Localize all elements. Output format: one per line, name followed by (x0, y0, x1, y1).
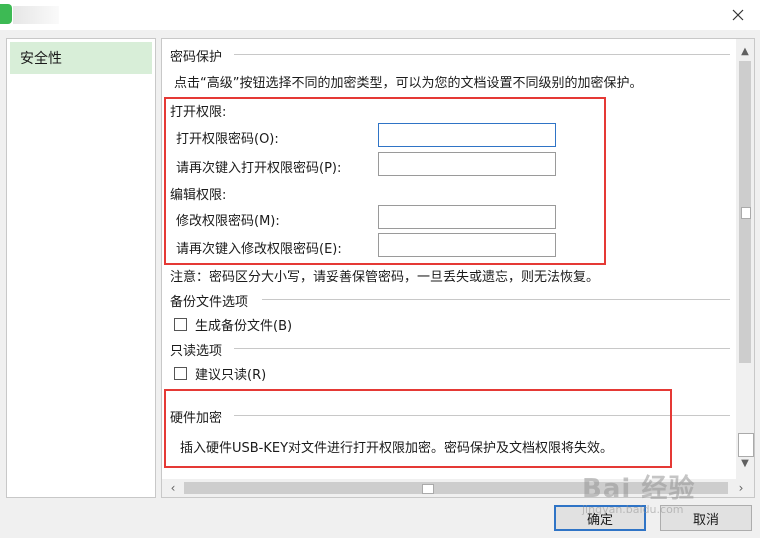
backup-checkbox-label: 生成备份文件(B) (195, 319, 293, 334)
section-divider (262, 299, 730, 300)
scroll-grip-icon (741, 207, 751, 219)
readonly-checkbox[interactable] (174, 367, 187, 380)
readonly-checkbox-label: 建议只读(R) (195, 368, 267, 383)
backup-checkbox-row[interactable]: 生成备份文件(B) (174, 315, 292, 334)
backup-checkbox[interactable] (174, 318, 187, 331)
backup-section-title: 备份文件选项 (170, 295, 249, 310)
close-icon (732, 9, 744, 21)
ok-button-label: 确定 (586, 512, 613, 528)
scroll-up-icon[interactable]: ▲ (736, 43, 754, 59)
horizontal-scrollbar[interactable]: ‹ › (162, 479, 754, 497)
sidebar-item-security[interactable]: 安全性 (10, 42, 152, 74)
highlight-box-permissions (164, 97, 606, 265)
title-bar (0, 0, 760, 30)
app-title-placeholder (13, 6, 59, 24)
ok-button[interactable]: 确定 (554, 505, 646, 531)
scroll-right-icon[interactable]: › (732, 479, 750, 497)
scroll-left-icon[interactable]: ‹ (164, 479, 182, 497)
password-section-title: 密码保护 (170, 50, 223, 65)
scroll-grip-icon (422, 484, 434, 494)
scroll-down-icon[interactable]: ▼ (736, 455, 754, 471)
sidebar: 安全性 (6, 38, 156, 498)
password-note: 注意：密码区分大小写，请妥善保管密码，一旦丢失或遗忘，则无法恢复。 (170, 270, 600, 285)
cancel-button[interactable]: 取消 (660, 505, 752, 531)
section-divider (234, 348, 730, 349)
readonly-section-title: 只读选项 (170, 344, 223, 359)
highlight-box-hardware (164, 389, 672, 468)
vertical-scrollbar[interactable]: ▲ ▼ (736, 39, 754, 479)
close-button[interactable] (716, 0, 760, 30)
password-description: 点击“高级”按钮选择不同的加密类型，可以为您的文档设置不同级别的加密保护。 (174, 76, 643, 91)
app-icon (0, 4, 12, 24)
section-divider (234, 54, 730, 55)
readonly-checkbox-row[interactable]: 建议只读(R) (174, 364, 266, 383)
settings-panel: 密码保护 点击“高级”按钮选择不同的加密类型，可以为您的文档设置不同级别的加密保… (161, 38, 755, 498)
sidebar-item-label: 安全性 (20, 51, 62, 67)
horizontal-scroll-thumb[interactable] (184, 482, 728, 494)
scroll-grip-icon (738, 433, 754, 457)
cancel-button-label: 取消 (692, 512, 719, 528)
